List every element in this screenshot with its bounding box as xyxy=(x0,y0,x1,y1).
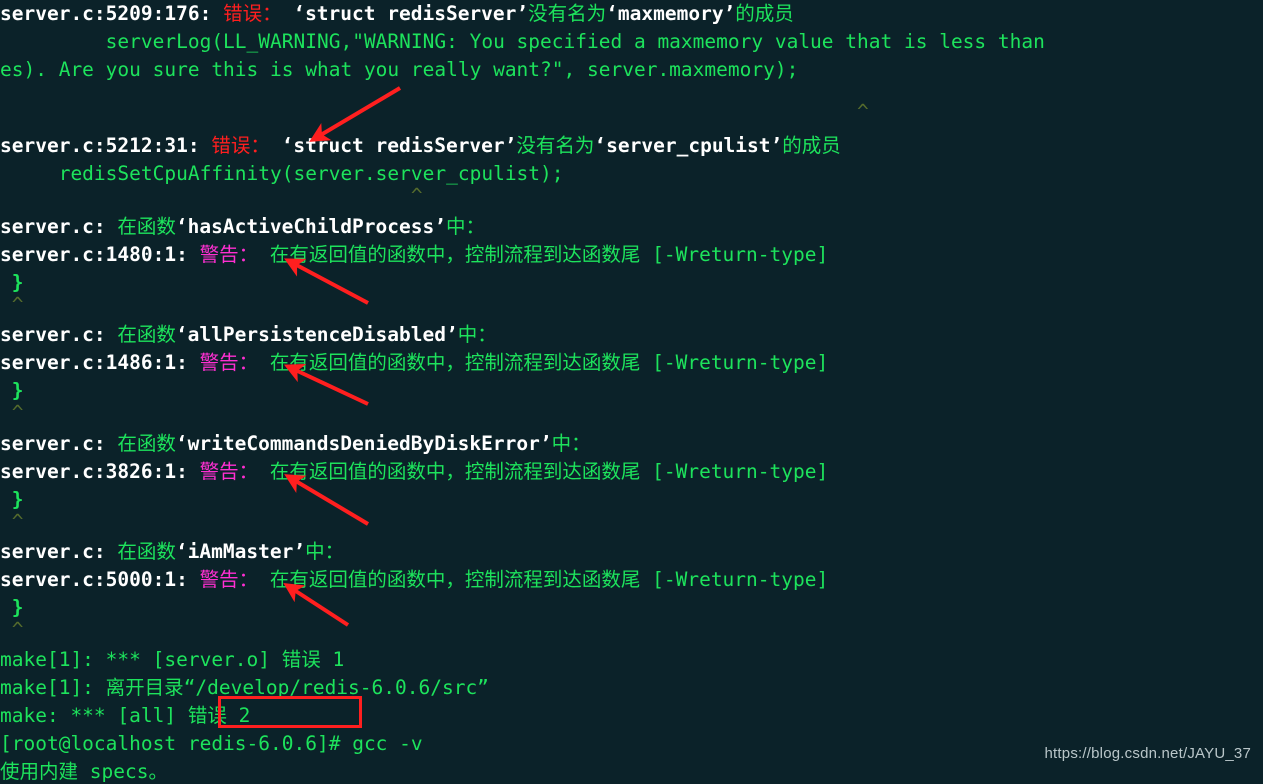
terminal-line: server.c: 在函数‘allPersistenceDisabled’中： xyxy=(0,321,497,349)
terminal-text-segment: 离开目录 xyxy=(105,676,184,699)
terminal-line: ^ xyxy=(0,98,869,126)
terminal-text-segment: 错误： xyxy=(223,2,282,25)
terminal-text-segment: ‘struct redisServer’ xyxy=(281,134,517,157)
terminal-text-segment: ‘maxmemory’ xyxy=(606,2,736,25)
terminal-line: ^ xyxy=(0,508,24,536)
terminal-text-segment: 的成员 xyxy=(735,2,794,25)
terminal-text-segment: ^ xyxy=(0,618,24,641)
terminal-line: server.c:5212:31: 错误： ‘struct redisServe… xyxy=(0,132,841,160)
terminal-text-segment: 在有返回值的函数中，控制流程到达函数尾 xyxy=(269,568,641,591)
terminal-text-segment: server.c:3826:1: xyxy=(0,460,200,483)
terminal-text-segment: ^ xyxy=(0,510,24,533)
terminal-text-segment: specs xyxy=(78,760,149,783)
terminal-line: server.c: 在函数‘writeCommandsDeniedByDiskE… xyxy=(0,430,591,458)
terminal-line: 使用内建 specs。 xyxy=(0,758,168,784)
terminal-text-segment: ^ xyxy=(0,100,869,123)
terminal-text-segment: server.c:1480:1: xyxy=(0,243,200,266)
terminal-text-segment: 中： xyxy=(445,215,485,238)
terminal-text-segment: make: *** [all] xyxy=(0,704,188,727)
terminal-text-segment: 在函数 xyxy=(117,432,176,455)
terminal-text-segment: 的成员 xyxy=(782,134,841,157)
terminal-text-segment: make[1]: *** [server.o] xyxy=(0,648,282,671)
terminal-text-segment: 没有名为 xyxy=(516,134,595,157)
terminal-text-segment: 警告： xyxy=(199,351,259,374)
terminal-text-segment: ‘struct redisServer’ xyxy=(293,2,529,25)
terminal-text-segment: es). Are you sure this is what you reall… xyxy=(0,58,799,81)
terminal-line: server.c:5000:1: 警告： 在有返回值的函数中，控制流程到达函数尾… xyxy=(0,566,828,594)
terminal-text-segment: 1 xyxy=(320,648,345,671)
terminal-text-segment: 在有返回值的函数中，控制流程到达函数尾 xyxy=(269,243,641,266)
terminal-line: server.c:3826:1: 警告： 在有返回值的函数中，控制流程到达函数尾… xyxy=(0,458,828,486)
terminal-text-segment: make[1]: xyxy=(0,676,106,699)
terminal-line: server.c: 在函数‘iAmMaster’中： xyxy=(0,538,344,566)
terminal-text-segment: 使用内建 xyxy=(0,760,79,783)
terminal-text-segment: server.c:5000:1: xyxy=(0,568,200,591)
terminal-text-segment: ^ xyxy=(0,184,423,207)
terminal-text-segment: 警告： xyxy=(199,243,259,266)
terminal-line: server.c:1486:1: 警告： 在有返回值的函数中，控制流程到达函数尾… xyxy=(0,349,828,377)
terminal-text-segment: 错误： xyxy=(211,134,270,157)
terminal-text-segment: 在有返回值的函数中，控制流程到达函数尾 xyxy=(269,351,641,374)
terminal-window: server.c:5209:176: 错误： ‘struct redisServ… xyxy=(0,0,1263,784)
terminal-line: make[1]: *** [server.o] 错误 1 xyxy=(0,646,344,674)
terminal-text-segment: ‘server_cpulist’ xyxy=(594,134,783,157)
watermark-url: https://blog.csdn.net/JAYU_37 xyxy=(1044,745,1251,762)
terminal-text-segment: server.c: xyxy=(0,432,118,455)
terminal-text-segment: ‘writeCommandsDeniedByDiskError’ xyxy=(175,432,552,455)
terminal-text-segment: 中： xyxy=(457,323,497,346)
terminal-text-segment: [-Wreturn-type] xyxy=(640,568,829,591)
terminal-text-segment: 在函数 xyxy=(117,215,176,238)
terminal-text-segment: ‘hasActiveChildProcess’ xyxy=(175,215,446,238)
terminal-text-segment: [-Wreturn-type] xyxy=(640,243,829,266)
terminal-text-segment: [root@localhost redis-6.0.6]# gcc -v xyxy=(0,732,423,755)
terminal-text-segment: server.c: xyxy=(0,215,118,238)
terminal-text-segment: 中： xyxy=(305,540,345,563)
terminal-text-segment: 在函数 xyxy=(117,323,176,346)
terminal-line: server.c: 在函数‘hasActiveChildProcess’中： xyxy=(0,213,485,241)
terminal-text-segment: 错误 xyxy=(281,648,321,671)
terminal-line: serverLog(LL_WARNING,"WARNING: You speci… xyxy=(0,28,1045,56)
terminal-text-segment: ‘iAmMaster’ xyxy=(175,540,306,563)
terminal-line: ^ xyxy=(0,291,24,319)
terminal-text-segment: server.c: xyxy=(0,540,118,563)
terminal-text-segment: 警告： xyxy=(199,568,259,591)
terminal-line: ^ xyxy=(0,399,24,427)
terminal-text-segment: 没有名为 xyxy=(528,2,607,25)
terminal-line: ^ xyxy=(0,616,24,644)
terminal-text-segment: server.c: xyxy=(0,323,118,346)
terminal-text-segment: [-Wreturn-type] xyxy=(640,351,829,374)
terminal-text-segment: 警告： xyxy=(199,460,259,483)
terminal-line: [root@localhost redis-6.0.6]# gcc -v xyxy=(0,730,423,758)
terminal-text-segment: server.c:5212:31: xyxy=(0,134,212,157)
terminal-text-segment: ^ xyxy=(0,401,24,424)
terminal-text-segment: 中： xyxy=(551,432,591,455)
terminal-line: ^ xyxy=(0,182,423,210)
terminal-text-segment: serverLog(LL_WARNING,"WARNING: You speci… xyxy=(0,30,1045,53)
terminal-text-segment: server.c:1486:1: xyxy=(0,351,200,374)
terminal-line: server.c:1480:1: 警告： 在有返回值的函数中，控制流程到达函数尾… xyxy=(0,241,828,269)
terminal-text-segment: 在有返回值的函数中，控制流程到达函数尾 xyxy=(269,460,641,483)
terminal-text-segment: server.c:5209:176: xyxy=(0,2,224,25)
terminal-line: make: *** [all] 错误 2 xyxy=(0,702,250,730)
terminal-line: server.c:5209:176: 错误： ‘struct redisServ… xyxy=(0,0,794,28)
terminal-text-segment: 在函数 xyxy=(117,540,176,563)
terminal-text-segment: 。 xyxy=(148,760,168,783)
terminal-text-segment: ^ xyxy=(0,293,24,316)
terminal-text-segment: [-Wreturn-type] xyxy=(640,460,829,483)
terminal-line: es). Are you sure this is what you reall… xyxy=(0,56,798,84)
error-2-highlight-box xyxy=(218,696,362,728)
terminal-text-segment: ‘allPersistenceDisabled’ xyxy=(175,323,458,346)
